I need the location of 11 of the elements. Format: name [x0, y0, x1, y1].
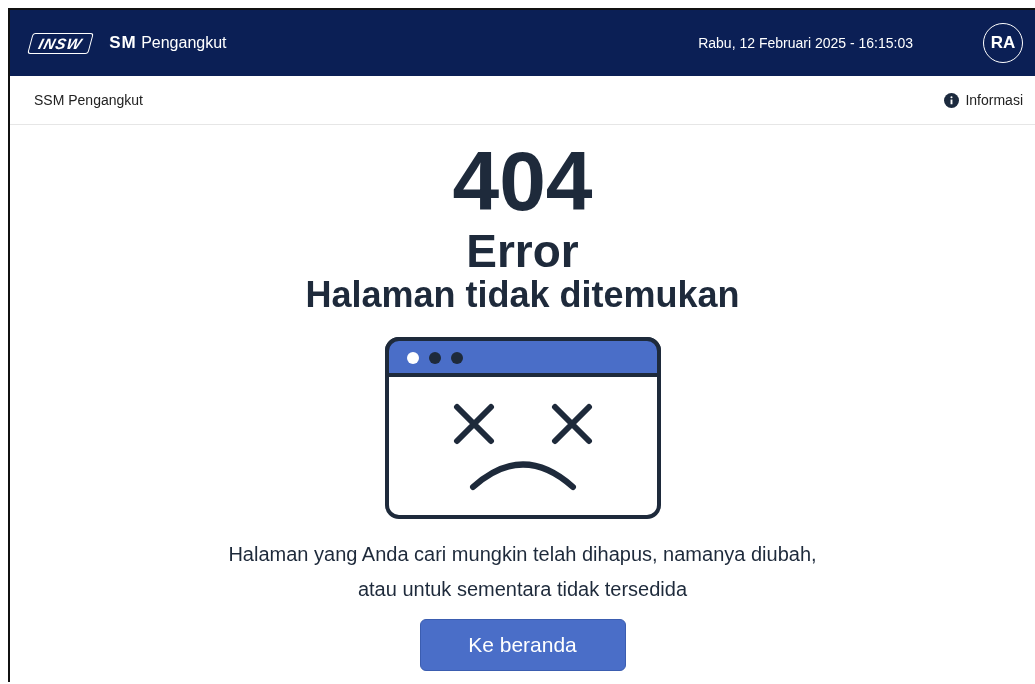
info-icon [944, 92, 960, 108]
error-code: 404 [452, 139, 593, 223]
home-button[interactable]: Ke beranda [419, 618, 626, 671]
app-title: SM Pengangkut [109, 33, 227, 53]
date-time: Rabu, 12 Februari 2025 - 16:15:03 [698, 35, 913, 51]
breadcrumb: SSM Pengangkut [34, 92, 143, 108]
error-subtitle: Halaman tidak ditemukan [305, 275, 740, 315]
error-title: Error [466, 227, 579, 276]
info-link[interactable]: Informasi [965, 92, 1023, 108]
error-message: Halaman yang Anda cari mungkin telah dihapus, namanya diubah, atau untuk sementara tidak tersedida [228, 541, 817, 602]
logo: INSW [27, 32, 94, 54]
